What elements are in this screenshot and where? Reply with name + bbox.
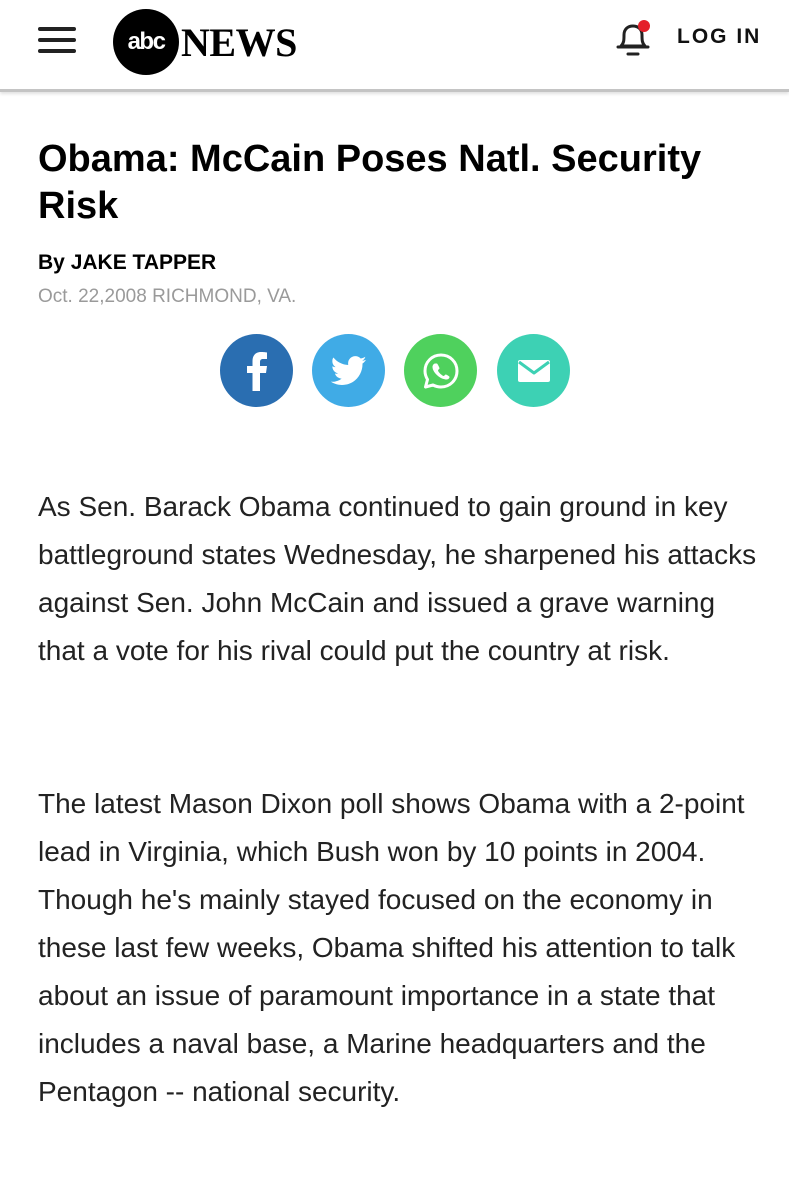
article-paragraph: The latest Mason Dixon poll shows Obama … — [38, 788, 745, 1107]
notification-dot — [638, 20, 650, 32]
twitter-share-button[interactable] — [312, 334, 385, 407]
whatsapp-share-button[interactable] — [404, 334, 477, 407]
dateline: Oct. 22,2008 RICHMOND, VA. — [38, 286, 297, 307]
hamburger-menu-icon[interactable] — [38, 25, 78, 55]
byline-prefix: By — [38, 251, 65, 274]
article-paragraph: As Sen. Barack Obama continued to gain g… — [38, 491, 757, 666]
twitter-icon — [330, 355, 366, 385]
article-headline: Obama: McCain Poses Natl. Security Risk — [38, 138, 702, 227]
site-header: abc NEWS LOG IN — [0, 0, 789, 92]
abc-news-logo[interactable]: abc NEWS — [113, 9, 297, 75]
facebook-icon — [246, 351, 267, 391]
email-icon — [517, 359, 550, 382]
news-logo-text: NEWS — [181, 19, 297, 65]
byline: By JAKE TAPPER — [38, 251, 216, 275]
whatsapp-icon — [423, 353, 458, 388]
facebook-share-button[interactable] — [220, 334, 293, 407]
notification-bell-icon[interactable] — [612, 18, 654, 60]
login-link[interactable]: LOG IN — [677, 25, 761, 49]
abc-logo-circle: abc — [113, 9, 179, 75]
email-share-button[interactable] — [497, 334, 570, 407]
author-link[interactable]: JAKE TAPPER — [71, 251, 216, 274]
